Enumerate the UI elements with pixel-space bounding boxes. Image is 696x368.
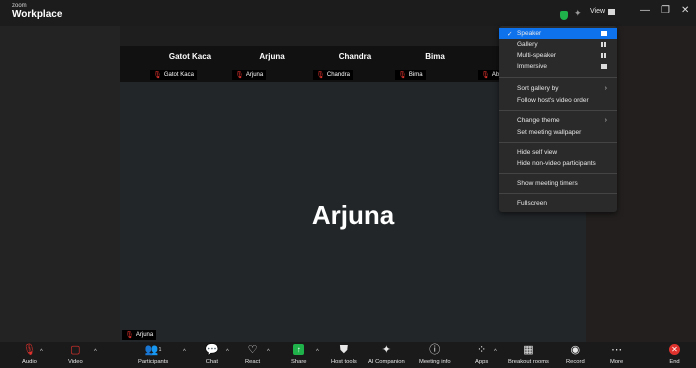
share-button[interactable]: ↑ Share xyxy=(291,344,306,365)
speaker-view-icon xyxy=(601,31,607,36)
chat-icon: 💬 xyxy=(205,344,219,356)
chat-options-caret[interactable]: ^ xyxy=(226,349,229,355)
audio-button[interactable]: 🎙 Audio xyxy=(22,344,37,365)
record-icon: ◉ xyxy=(570,344,581,356)
menu-divider xyxy=(499,193,617,194)
participant-tag: 🎙 Bima xyxy=(395,70,426,80)
apps-icon: ⁘ xyxy=(477,344,487,356)
participants-options-caret[interactable]: ^ xyxy=(183,349,186,355)
app-logo: zoom Workplace xyxy=(12,3,62,20)
menu-item-hide-non-video[interactable]: Hide non-video participants xyxy=(499,158,617,169)
menu-divider xyxy=(499,77,617,78)
react-icon: ♡ xyxy=(247,344,258,356)
encryption-shield-icon[interactable] xyxy=(560,11,568,20)
menu-item-fullscreen[interactable]: Fullscreen xyxy=(499,198,617,209)
video-options-caret[interactable]: ^ xyxy=(94,349,97,355)
title-bar: zoom Workplace ✦ View — ❐ ✕ xyxy=(0,0,696,26)
menu-item-sort-gallery[interactable]: Sort gallery by › xyxy=(499,83,617,94)
minimize-button[interactable]: — xyxy=(640,5,650,16)
thumbnail-name[interactable]: Arjuna xyxy=(242,52,302,61)
view-button[interactable]: View xyxy=(590,8,616,15)
video-off-icon: ▢ xyxy=(70,344,81,356)
share-options-caret[interactable]: ^ xyxy=(316,349,319,355)
menu-item-hide-self-view[interactable]: Hide self view xyxy=(499,147,617,158)
share-icon: ↑ xyxy=(293,344,305,355)
menu-item-gallery[interactable]: Gallery xyxy=(499,39,617,50)
breakout-rooms-button[interactable]: ▦ Breakout rooms xyxy=(508,344,549,365)
participant-tag: 🎙 Arjuna xyxy=(232,70,267,80)
mic-muted-icon: 🎙 xyxy=(22,344,37,356)
participants-button[interactable]: 👥1 Participants xyxy=(138,344,168,365)
mic-muted-icon: 🎙 xyxy=(235,72,244,79)
check-icon: ✓ xyxy=(507,30,513,38)
react-options-caret[interactable]: ^ xyxy=(267,349,270,355)
menu-item-multi-speaker[interactable]: Multi-speaker xyxy=(499,50,617,61)
multi-speaker-icon xyxy=(601,53,607,58)
mic-muted-icon: 🎙 xyxy=(398,72,407,79)
menu-item-follow-host-order[interactable]: Follow host's video order xyxy=(499,95,617,106)
left-panel xyxy=(0,26,120,342)
breakout-rooms-icon: ▦ xyxy=(523,344,534,356)
meeting-toolbar: 🎙 Audio ^ ▢ Video ^ 👥1 Participants ^ 💬 Chat… xyxy=(0,342,696,368)
participant-tag: 🎙 Gatot Kaca xyxy=(150,70,197,80)
meeting-info-button[interactable]: ⓘ Meeting info xyxy=(419,344,451,365)
menu-item-set-wallpaper[interactable]: Set meeting wallpaper xyxy=(499,127,617,138)
menu-divider xyxy=(499,142,617,143)
ai-sparkle-icon[interactable]: ✦ xyxy=(574,8,582,19)
participant-tag: 🎙 Chandra xyxy=(313,70,353,80)
chat-button[interactable]: 💬 Chat xyxy=(205,344,219,365)
brand-big: Workplace xyxy=(12,9,63,20)
end-button[interactable]: ✕ End xyxy=(669,344,680,365)
ai-companion-icon: ✦ xyxy=(381,344,391,356)
view-grid-icon xyxy=(608,8,616,15)
react-button[interactable]: ♡ React xyxy=(245,344,260,365)
mic-muted-icon: 🎙 xyxy=(153,72,162,79)
mic-muted-icon: 🎙 xyxy=(481,72,490,79)
menu-divider xyxy=(499,173,617,174)
restore-button[interactable]: ❐ xyxy=(661,5,670,16)
thumbnail-name[interactable]: Chandra xyxy=(325,52,385,61)
menu-divider xyxy=(499,110,617,111)
host-tools-button[interactable]: ⛊ Host tools xyxy=(331,344,357,365)
mic-muted-icon: 🎙 xyxy=(316,72,325,79)
menu-item-show-timers[interactable]: Show meeting timers xyxy=(499,178,617,189)
speaker-tag: 🎙 Arjuna xyxy=(122,330,157,340)
thumbnail-name[interactable]: Gatot Kaca xyxy=(160,52,220,61)
gallery-icon xyxy=(601,42,607,47)
immersive-icon xyxy=(601,64,607,69)
video-button[interactable]: ▢ Video xyxy=(68,344,83,365)
more-button[interactable]: ⋯ More xyxy=(610,344,623,365)
menu-item-immersive[interactable]: Immersive xyxy=(499,61,617,72)
end-call-icon: ✕ xyxy=(669,344,680,355)
menu-item-speaker[interactable]: ✓ Speaker xyxy=(499,28,617,39)
menu-item-change-theme[interactable]: Change theme › xyxy=(499,115,617,126)
submenu-arrow-icon: › xyxy=(604,85,607,92)
record-button[interactable]: ◉ Record xyxy=(566,344,585,365)
audio-options-caret[interactable]: ^ xyxy=(40,349,43,355)
close-button[interactable]: ✕ xyxy=(681,5,689,16)
mic-muted-icon: 🎙 xyxy=(125,332,134,339)
view-label: View xyxy=(590,8,606,15)
ai-companion-button[interactable]: ✦ AI Companion xyxy=(368,344,405,365)
participants-icon: 👥1 xyxy=(144,344,162,356)
apps-options-caret[interactable]: ^ xyxy=(494,349,497,355)
info-icon: ⓘ xyxy=(429,344,441,356)
view-menu: ✓ Speaker Gallery Multi-speaker Immersive… xyxy=(499,26,617,212)
thumbnail-name[interactable]: Bima xyxy=(405,52,465,61)
shield-icon: ⛊ xyxy=(339,344,349,356)
more-icon: ⋯ xyxy=(611,344,623,356)
submenu-arrow-icon: › xyxy=(604,117,607,124)
apps-button[interactable]: ⁘ Apps xyxy=(475,344,488,365)
